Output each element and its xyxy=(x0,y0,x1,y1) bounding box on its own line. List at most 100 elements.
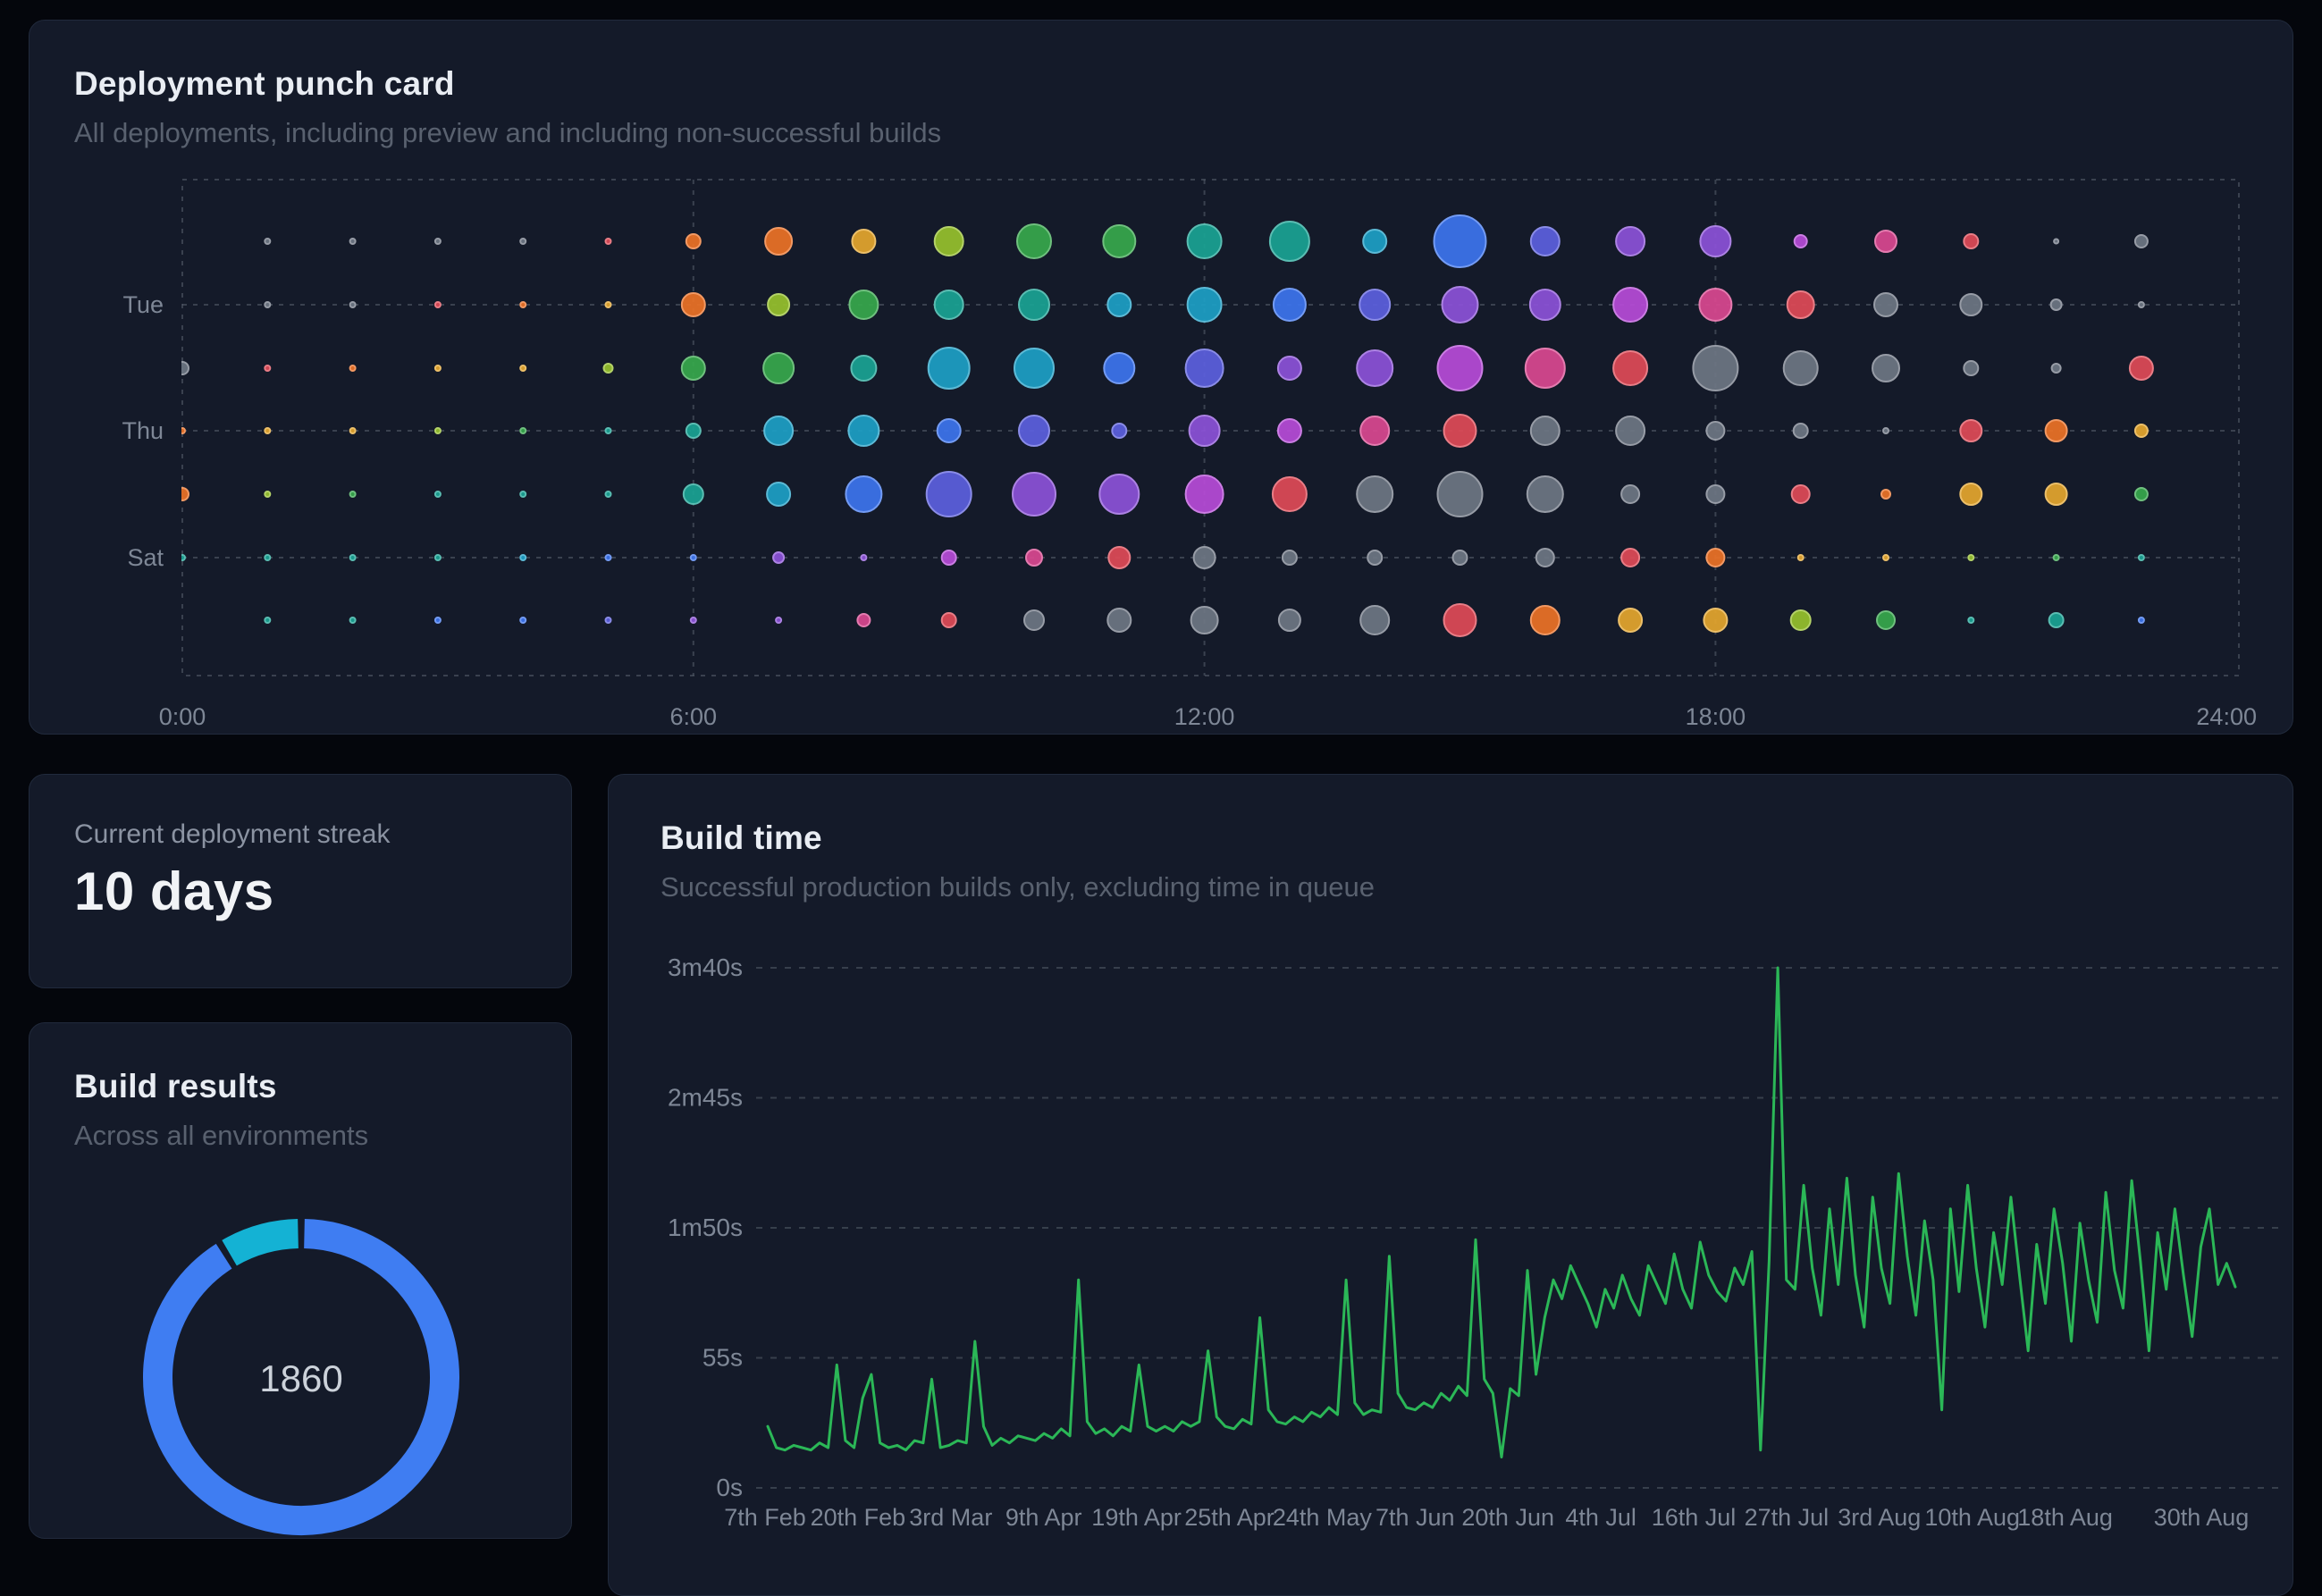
buildtime-xtick-label: 19th Apr xyxy=(1091,1504,1182,1531)
punchcard-bubble xyxy=(1960,420,1981,441)
buildtime-line xyxy=(768,968,2235,1457)
punchcard-bubble xyxy=(1791,610,1811,630)
punchcard-bubble xyxy=(686,424,701,438)
punchcard-bubble xyxy=(1613,288,1647,322)
punchcard-bubble xyxy=(2139,302,2144,307)
punchcard-bubble xyxy=(1619,609,1642,632)
punchcard-bubble xyxy=(350,491,356,497)
punchcard-bubble xyxy=(2052,364,2061,373)
punchcard-bubble xyxy=(1699,289,1731,321)
punchcard-bubble xyxy=(604,364,613,373)
punchcard-bubble xyxy=(849,290,878,319)
punchcard-bubble xyxy=(773,552,784,563)
punchcard-bubble xyxy=(938,419,961,442)
punchcard-bubble xyxy=(1704,609,1727,632)
punchcard-bubble xyxy=(606,555,611,560)
punchcard-bubble xyxy=(265,617,270,623)
punchcard-bubble xyxy=(265,555,270,560)
donut-total-label: 1860 xyxy=(259,1357,342,1399)
punchcard-bubble xyxy=(861,555,866,560)
punchcard-bubble xyxy=(1527,476,1563,512)
punchcard-bubble xyxy=(942,613,956,627)
punchcard-bubble xyxy=(520,617,526,623)
buildtime-xtick-label: 7th Jun xyxy=(1376,1504,1455,1531)
buildtime-xtick-label: 7th Feb xyxy=(724,1504,806,1531)
punchcard-bubble xyxy=(1877,611,1895,629)
punchcard-bubble xyxy=(1434,215,1486,267)
deployments-dashboard: { "theme": { "page_bg": "#04060c", "card… xyxy=(0,0,2322,1548)
deployment-streak-panel: Current deployment streak 10 days xyxy=(29,774,572,988)
punchcard-bubble xyxy=(1872,355,1899,382)
punchcard-bubble xyxy=(1536,549,1554,567)
punchcard-bubble xyxy=(1363,230,1386,253)
punchcard-bubble xyxy=(1531,416,1560,445)
buildtime-xtick-label: 25th Apr xyxy=(1184,1504,1275,1531)
buildtime-xtick-label: 10th Aug xyxy=(1924,1504,2020,1531)
punchcard-hour-label: 0:00 xyxy=(159,703,206,730)
punchcard-bubble xyxy=(520,491,526,497)
punchcard-hour-label: 12:00 xyxy=(1174,703,1235,730)
punchcard-bubble xyxy=(682,357,705,380)
punchcard-bubble xyxy=(1968,617,1973,623)
buildtime-xtick-label: 24th May xyxy=(1273,1504,1373,1531)
punchcard-bubble xyxy=(435,428,441,433)
punchcard-bubble xyxy=(857,614,870,626)
punchcard-bubble xyxy=(350,239,356,244)
punchcard-bubble xyxy=(1881,490,1890,499)
punchcard-bubble xyxy=(1190,416,1220,446)
punchcard-bubble xyxy=(848,416,879,446)
punchcard-bubble xyxy=(1191,607,1218,634)
punchcard-bubble xyxy=(691,617,696,623)
build-time-chart: 0s55s1m50s2m45s3m40s7th Feb20th Feb3rd M… xyxy=(609,775,2293,1596)
punchcard-bubble xyxy=(1188,224,1222,258)
punchcard-bubble xyxy=(435,302,441,307)
punchcard-bubble xyxy=(1014,349,1054,388)
punchcard-bubble xyxy=(2139,617,2144,623)
punchcard-bubble xyxy=(265,491,270,497)
punchcard-day-label: Sat xyxy=(127,544,164,571)
buildtime-xtick-label: 20th Feb xyxy=(811,1504,906,1531)
punchcard-bubble xyxy=(2135,488,2148,500)
punchcard-bubble xyxy=(1360,416,1389,445)
buildtime-ytick-label: 55s xyxy=(702,1344,743,1372)
punchcard-bubble xyxy=(2046,483,2067,505)
punchcard-bubble xyxy=(1798,555,1804,560)
punchcard-bubble xyxy=(776,617,781,623)
buildtime-xtick-label: 18th Aug xyxy=(2017,1504,2113,1531)
punchcard-bubble xyxy=(1444,604,1476,636)
punchcard-bubble xyxy=(2054,555,2059,560)
punchcard-bubble xyxy=(1883,428,1889,433)
punchcard-bubble xyxy=(1444,415,1476,447)
punchcard-bubble xyxy=(1104,353,1134,383)
punchcard-day-label: Tue xyxy=(122,291,164,318)
build-results-panel: Build results Across all environments 18… xyxy=(29,1022,572,1539)
buildtime-ytick-label: 0s xyxy=(716,1474,743,1501)
punchcard-bubble xyxy=(2054,239,2058,244)
punchcard-bubble xyxy=(1013,473,1056,516)
punchcard-bubble xyxy=(1279,609,1300,631)
punchcard-bubble xyxy=(2135,424,2148,437)
punchcard-bubble xyxy=(1788,291,1814,318)
punchcard-bubble xyxy=(350,365,356,371)
punchcard-bubble xyxy=(1278,419,1301,442)
punchcard-bubble xyxy=(1357,350,1392,386)
punchcard-bubble xyxy=(1616,227,1645,256)
punchcard-bubble xyxy=(176,488,189,500)
punchcard-bubble xyxy=(1194,547,1216,568)
punchcard-bubble xyxy=(1099,475,1139,514)
punchcard-bubble xyxy=(606,491,611,497)
punchcard-bubble xyxy=(520,302,526,307)
streak-label: Current deployment streak xyxy=(74,819,571,850)
punchcard-bubble xyxy=(767,483,790,506)
punchcard-bubble xyxy=(1186,475,1224,513)
punchcard-bubble xyxy=(1792,485,1810,503)
punchcard-bubble xyxy=(1883,555,1889,560)
punchcard-bubble xyxy=(1186,349,1224,387)
punchcard-bubble xyxy=(435,365,441,371)
punchcard-bubble xyxy=(606,302,611,307)
build-time-panel: Build time Successful production builds … xyxy=(608,774,2293,1596)
punchcard-bubble xyxy=(1367,550,1382,565)
punchcard-bubble xyxy=(1107,609,1131,632)
punchcard-bubble xyxy=(1360,606,1389,634)
punchcard-bubble xyxy=(435,617,441,623)
